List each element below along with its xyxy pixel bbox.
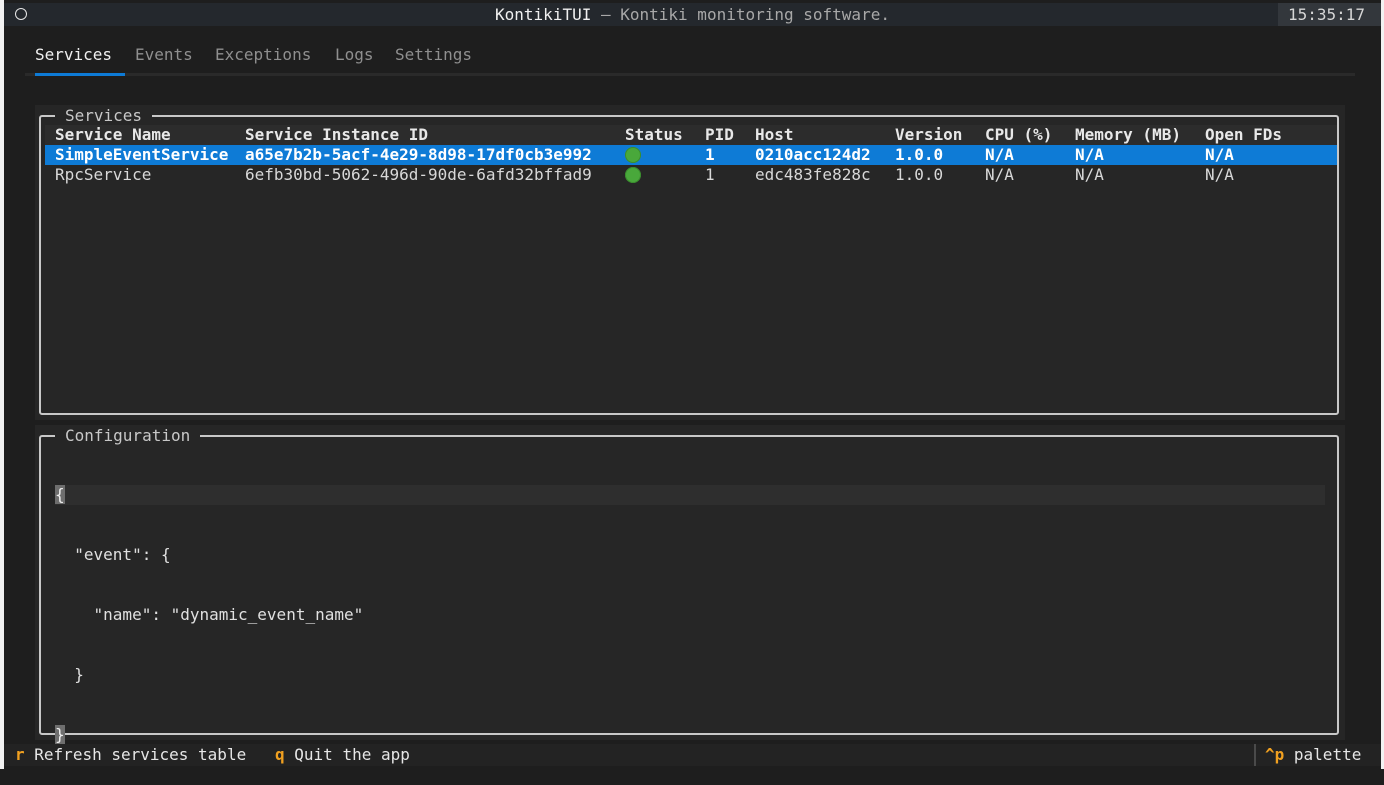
instance-id: a65e7b2b-5acf-4e29-8d98-17df0cb3e992 (245, 145, 625, 165)
active-tab-indicator (35, 73, 125, 76)
tab-exceptions[interactable]: Exceptions (215, 40, 311, 70)
title-bar: KontikiTUI — Kontiki monitoring software… (4, 3, 1381, 26)
status-cell (625, 165, 705, 185)
open-fds: N/A (1205, 165, 1234, 184)
service-name: SimpleEventService (45, 145, 245, 165)
configuration-panel-title: Configuration (55, 426, 201, 446)
column-header[interactable]: CPU (%) (985, 125, 1075, 145)
quit-label: Quit the app (294, 745, 410, 764)
quit-key: q (275, 745, 285, 764)
services-panel: Services Service Name Service Instance I… (39, 106, 1339, 415)
services-section: Services Service Name Service Instance I… (35, 105, 1345, 420)
instance-id: 6efb30bd-5062-496d-90de-6afd32bffad9 (245, 165, 592, 184)
column-header[interactable]: Service Instance ID (245, 125, 625, 145)
footer-keybindings: r Refresh services table q Quit the app … (4, 744, 1381, 766)
config-line: "event": { (55, 545, 171, 564)
refresh-label: Refresh services table (34, 745, 247, 764)
configuration-panel[interactable]: Configuration { "event": { "name": "dyna… (39, 426, 1339, 744)
clock: 15:35:17 (1277, 3, 1381, 26)
app-title: KontikiTUI — Kontiki monitoring software… (4, 3, 1381, 26)
tab-logs[interactable]: Logs (335, 40, 374, 70)
palette-label: palette (1293, 745, 1362, 764)
open-fds: N/A (1205, 145, 1337, 165)
services-table[interactable]: Service Name Service Instance ID Status … (45, 125, 1337, 185)
refresh-key: r (15, 745, 25, 764)
config-line: } (55, 665, 84, 684)
config-line: } (55, 725, 65, 744)
host: 0210acc124d2 (755, 145, 895, 165)
column-header[interactable]: Status (625, 125, 705, 145)
column-header[interactable]: Version (895, 125, 985, 145)
column-header[interactable]: Service Name (45, 125, 245, 145)
table-row[interactable]: RpcService 6efb30bd-5062-496d-90de-6afd3… (45, 165, 1337, 185)
pid: 1 (705, 145, 755, 165)
services-panel-title: Services (55, 106, 153, 126)
table-row[interactable]: SimpleEventService a65e7b2b-5acf-4e29-8d… (45, 145, 1337, 165)
version: 1.0.0 (895, 145, 985, 165)
tab-bar: Services Events Exceptions Logs Settings (25, 40, 1355, 77)
status-running-icon (625, 147, 641, 163)
column-header[interactable]: PID (705, 125, 755, 145)
left-edge (0, 0, 4, 769)
refresh-binding[interactable]: r Refresh services table (15, 744, 246, 766)
configuration-section: Configuration { "event": { "name": "dyna… (35, 425, 1345, 744)
column-header[interactable]: Host (755, 125, 895, 145)
palette-binding[interactable]: ^p palette (1265, 744, 1361, 766)
app-subtitle: — Kontiki monitoring software. (591, 5, 890, 24)
column-header[interactable]: Memory (MB) (1075, 125, 1205, 145)
tab-services[interactable]: Services (35, 40, 112, 70)
tab-divider (25, 73, 1355, 76)
palette-key: ^p (1265, 745, 1285, 764)
quit-binding[interactable]: q Quit the app (275, 744, 410, 766)
tab-events[interactable]: Events (135, 40, 193, 70)
config-viewer[interactable]: { "event": { "name": "dynamic_event_name… (55, 445, 1325, 785)
service-name: RpcService (55, 165, 152, 184)
app-name: KontikiTUI (495, 5, 592, 24)
version: 1.0.0 (895, 165, 944, 184)
tab-settings[interactable]: Settings (395, 40, 472, 70)
status-running-icon (625, 167, 641, 183)
table-header: Service Name Service Instance ID Status … (45, 125, 1337, 145)
host: edc483fe828c (755, 165, 871, 184)
cpu: N/A (985, 165, 1014, 184)
status-cell (625, 145, 705, 165)
pid: 1 (705, 165, 715, 184)
config-line: "name": "dynamic_event_name" (55, 605, 364, 624)
memory: N/A (1075, 145, 1205, 165)
footer-divider (1254, 744, 1256, 766)
cpu: N/A (985, 145, 1075, 165)
memory: N/A (1075, 165, 1104, 184)
column-header[interactable]: Open FDs (1205, 125, 1337, 145)
config-line: { (55, 485, 1325, 505)
